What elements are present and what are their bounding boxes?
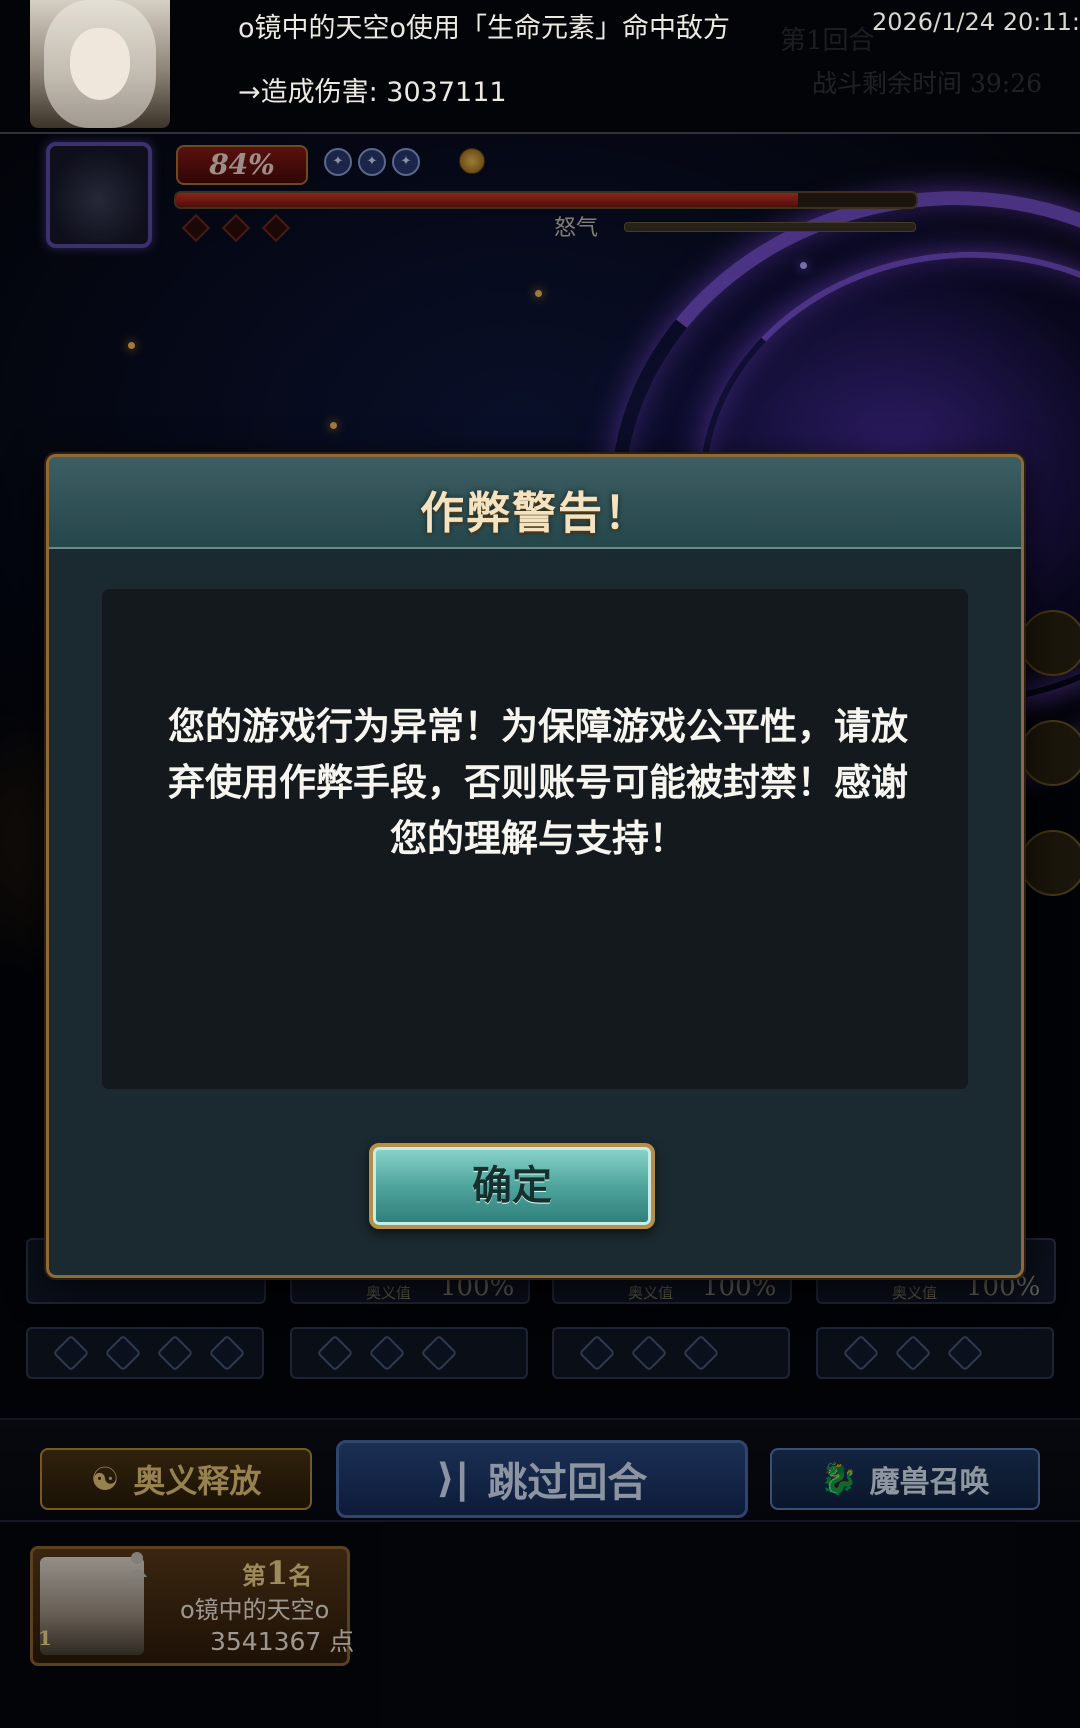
avatar-face	[70, 28, 130, 100]
combat-log-damage: →造成伤害: 3037111	[238, 77, 507, 108]
turn-counter: 第1回合	[780, 26, 875, 56]
combat-log-line: o镜中的天空o使用「生命元素」命中敌方	[238, 13, 731, 44]
top-status-bar: o镜中的天空o使用「生命元素」命中敌方 →造成伤害: 3037111 第1回合 …	[0, 0, 1080, 134]
dialog-header: 作弊警告！	[49, 457, 1021, 549]
player-avatar[interactable]	[30, 0, 170, 128]
confirm-button[interactable]: 确定	[369, 1143, 655, 1229]
dialog-title: 作弊警告！	[420, 488, 650, 539]
dialog-body: 您的游戏行为异常！为保障游戏公平性，请放弃使用作弊手段，否则账号可能被封禁！感谢…	[101, 588, 969, 1090]
timestamp: 2026/1/24 20:11:43	[872, 8, 1080, 36]
warning-message: 您的游戏行为异常！为保障游戏公平性，请放弃使用作弊手段，否则账号可能被封禁！感谢…	[168, 705, 908, 860]
cheat-warning-dialog: 作弊警告！ 您的游戏行为异常！为保障游戏公平性，请放弃使用作弊手段，否则账号可能…	[46, 454, 1024, 1278]
battle-time-remaining: 战斗剩余时间 39:26	[812, 69, 1042, 98]
